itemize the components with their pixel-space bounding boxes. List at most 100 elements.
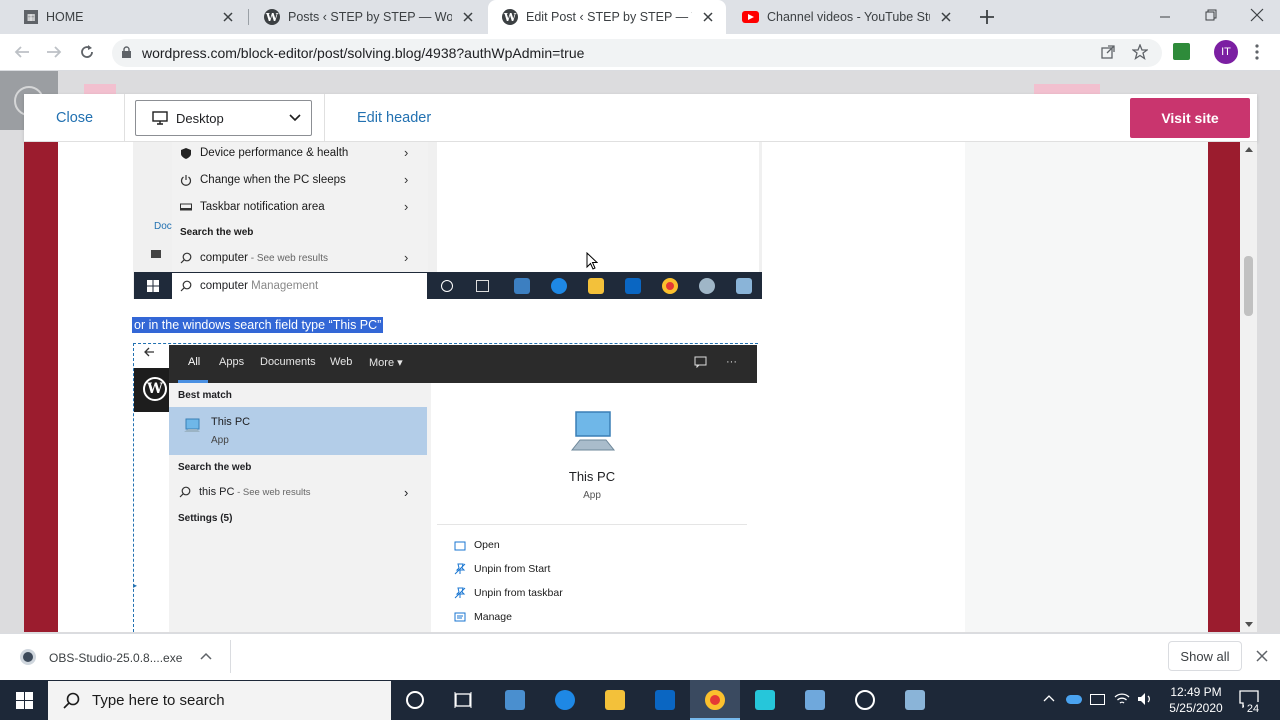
obs-file-icon	[20, 649, 36, 665]
close-window-icon[interactable]	[1250, 8, 1264, 22]
extension-icon[interactable]	[1173, 43, 1190, 60]
embedded-search-box: computer Management	[172, 273, 427, 299]
canvas-scrollbar[interactable]	[1240, 142, 1257, 632]
menu-item-label: Change when the PC sleeps	[200, 174, 346, 186]
web-result-computer[interactable]: computer - See web results	[180, 248, 328, 268]
app-icon[interactable]	[755, 690, 775, 710]
close-download-bar-icon[interactable]	[1256, 650, 1268, 662]
back-icon[interactable]	[13, 44, 31, 60]
best-match-type: App	[211, 435, 229, 446]
menu-item-device-performance[interactable]: Device performance & health	[180, 143, 348, 163]
menu-item-taskbar-notification[interactable]: Taskbar notification area	[180, 197, 325, 217]
tab-title: HOME	[46, 10, 84, 24]
search-tab-documents: Documents	[260, 356, 316, 368]
task-view-icon	[476, 280, 489, 292]
show-all-button[interactable]: Show all	[1168, 641, 1242, 671]
obs-icon[interactable]	[855, 690, 875, 710]
chevron-right-icon: ›	[404, 250, 409, 265]
pin-icon	[454, 563, 466, 575]
scrollbar-thumb[interactable]	[1244, 256, 1253, 316]
new-tab-icon[interactable]	[978, 8, 996, 26]
preview-type: App	[583, 490, 601, 501]
open-in-app-icon[interactable]	[1101, 45, 1115, 59]
reload-icon[interactable]	[78, 43, 96, 61]
download-divider	[230, 640, 231, 673]
menu-item-pc-sleeps[interactable]: Change when the PC sleeps	[180, 170, 346, 190]
close-tab-icon[interactable]	[220, 9, 236, 25]
notification-count-badge: 24	[1244, 702, 1262, 717]
search-header-bar	[169, 345, 757, 383]
scroll-down-arrow-icon[interactable]	[1245, 622, 1253, 628]
chrome-icon[interactable]	[705, 690, 725, 710]
tab-posts[interactable]: W Posts ‹ STEP by STEP — WordPre	[250, 0, 486, 34]
taskbar-icon	[180, 202, 192, 212]
taskbar-search-box[interactable]: Type here to search	[48, 681, 391, 720]
volume-icon[interactable]	[1137, 692, 1153, 706]
laptop-app-icon[interactable]	[505, 690, 525, 710]
back-arrow-icon	[143, 346, 155, 358]
lock-icon[interactable]	[121, 46, 132, 59]
app-icon[interactable]	[805, 690, 825, 710]
menu-item-label: Taskbar notification area	[200, 201, 325, 213]
profile-avatar[interactable]: IT	[1214, 40, 1238, 64]
close-tab-icon[interactable]	[938, 9, 954, 25]
download-bar	[0, 633, 1280, 680]
selected-paragraph-text[interactable]: or in the windows search field type “Thi…	[132, 317, 384, 333]
download-file-name[interactable]: OBS-Studio-25.0.8....exe	[49, 651, 182, 665]
show-hidden-icons-icon[interactable]	[1043, 694, 1055, 702]
close-tab-icon[interactable]	[460, 9, 476, 25]
cortana-icon	[441, 280, 453, 292]
resize-handle[interactable]: ▸	[133, 581, 137, 590]
manage-icon	[454, 612, 466, 623]
search-icon	[179, 486, 191, 498]
site-background-left	[24, 142, 58, 632]
search-tab-apps: Apps	[219, 356, 245, 368]
preview-title: This PC	[568, 469, 616, 484]
chevron-up-icon[interactable]	[200, 652, 212, 660]
close-button[interactable]: Close	[56, 110, 93, 126]
app-icon	[699, 278, 715, 294]
windows-start-icon[interactable]	[16, 692, 33, 709]
desktop-monitor-icon	[152, 111, 168, 125]
visit-site-button[interactable]: Visit site	[1130, 98, 1250, 138]
onedrive-icon[interactable]	[1066, 695, 1082, 704]
menu-item-label: Device performance & health	[200, 147, 349, 159]
edge-icon[interactable]	[555, 690, 575, 710]
browser-menu-icon[interactable]	[1255, 44, 1259, 60]
minimize-icon[interactable]	[1158, 10, 1172, 24]
chevron-right-icon: ›	[404, 485, 409, 500]
best-match-heading: Best match	[178, 390, 232, 401]
action-label: Unpin from Start	[474, 563, 551, 575]
wordpress-favicon-icon: W	[264, 9, 280, 25]
search-icon	[180, 252, 192, 264]
tab-youtube-studio[interactable]: Channel videos - YouTube Studio	[728, 0, 964, 34]
canvas-right-column	[965, 142, 1208, 632]
close-tab-icon[interactable]	[700, 9, 716, 25]
wifi-icon[interactable]	[1114, 692, 1130, 706]
battery-icon[interactable]	[1090, 694, 1105, 705]
restore-icon[interactable]	[1204, 8, 1218, 22]
chevron-right-icon: ›	[404, 199, 409, 214]
chrome-icon	[662, 278, 678, 294]
device-label: Desktop	[176, 110, 224, 126]
search-icon	[62, 692, 80, 710]
bookmark-star-icon[interactable]	[1132, 44, 1148, 60]
scroll-up-arrow-icon[interactable]	[1245, 146, 1253, 152]
search-suggestion-text: Management	[247, 280, 319, 292]
file-explorer-icon[interactable]	[605, 690, 625, 710]
edit-header-link[interactable]: Edit header	[357, 110, 431, 126]
tab-title: Edit Post ‹ STEP by STEP — Word	[526, 10, 692, 24]
tab-home[interactable]: ▦ HOME	[10, 0, 246, 34]
taskbar-search-placeholder: Type here to search	[92, 692, 225, 709]
system-clock[interactable]: 12:49 PM 5/25/2020	[1163, 684, 1229, 716]
task-view-icon[interactable]	[454, 691, 472, 709]
feedback-icon	[694, 356, 707, 368]
outlook-icon[interactable]	[655, 690, 675, 710]
app-icon[interactable]	[905, 690, 925, 710]
device-preview-select[interactable]: Desktop	[135, 100, 312, 136]
tab-edit-post[interactable]: W Edit Post ‹ STEP by STEP — Word	[488, 0, 726, 34]
forward-icon[interactable]	[45, 44, 63, 60]
youtube-favicon-icon	[742, 11, 759, 23]
more-options-icon: ···	[726, 356, 737, 368]
cortana-icon[interactable]	[406, 691, 424, 709]
